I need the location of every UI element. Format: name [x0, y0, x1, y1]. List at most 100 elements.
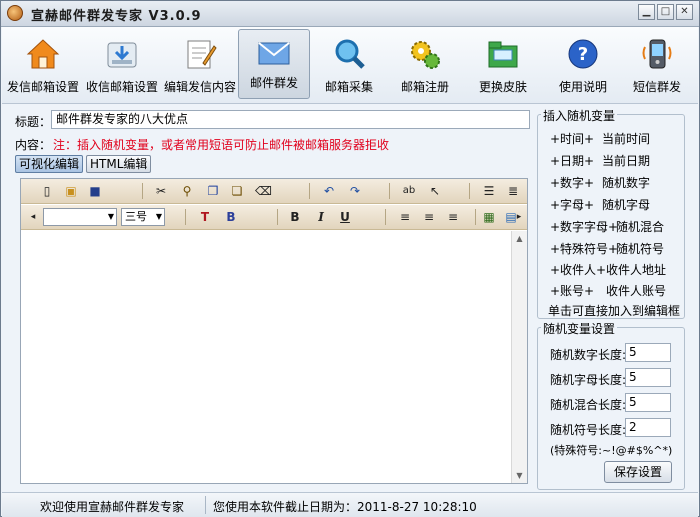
undo-icon[interactable]: ↶ — [321, 183, 337, 199]
tool-change-skin[interactable]: 更换皮肤 — [468, 29, 538, 99]
symbol-length-label: 随机符号长度: — [550, 423, 627, 437]
tool-label: 编辑发信内容 — [163, 80, 236, 94]
tool-send-mailbox-settings[interactable]: 发信邮箱设置 — [6, 29, 80, 99]
redo-icon[interactable]: ↷ — [347, 183, 363, 199]
help-icon: ? — [568, 39, 598, 69]
tool-label: 更换皮肤 — [478, 80, 527, 94]
font-color-icon[interactable]: T — [197, 209, 213, 225]
var-number[interactable]: +数字+ 随机数字 — [550, 174, 650, 191]
tool-email-collect[interactable]: 邮箱采集 — [314, 29, 384, 99]
window-title: 宣赫邮件群发专家 V3.0.9 — [31, 9, 202, 24]
number-length-input[interactable]: 5 — [625, 343, 671, 362]
paste-icon[interactable]: ⚲ — [179, 183, 195, 199]
align-center-icon[interactable]: ≡ — [421, 209, 437, 225]
hint-note: 注：插入随机变量，或者常用短语可防止邮件被邮箱服务器拒收 — [53, 138, 390, 152]
app-logo-icon — [7, 5, 23, 21]
underline-icon[interactable]: U — [337, 209, 353, 225]
status-expiry: 您使用本软件截止日期为：2011-8-27 10:28:10 — [213, 500, 477, 514]
font-size-value: 三号 — [125, 210, 147, 223]
var-date[interactable]: +日期+ 当前日期 — [550, 152, 650, 169]
cut-icon[interactable]: ✂ — [153, 183, 169, 199]
mixed-length-input[interactable]: 5 — [625, 393, 671, 412]
gears-icon — [411, 41, 440, 69]
inbox-download-icon — [107, 42, 137, 68]
open-folder-icon[interactable]: ▣ — [63, 183, 79, 199]
subject-label: 标题： — [15, 115, 52, 129]
status-bar: 欢迎使用宣赫邮件群发专家 您使用本软件截止日期为：2011-8-27 10:28… — [2, 492, 698, 517]
spellcheck-icon[interactable]: ab — [401, 183, 417, 199]
close-button[interactable]: ✕ — [676, 4, 693, 20]
tool-label: 短信群发 — [632, 80, 681, 94]
editor-scrollbar[interactable]: ▲ ▼ — [511, 231, 527, 483]
var-settings-title: 随机变量设置 — [541, 320, 618, 337]
ordered-list-icon[interactable]: ☰ — [481, 183, 497, 199]
align-right-icon[interactable]: ≡ — [445, 209, 461, 225]
erase-icon[interactable]: ⌫ — [255, 183, 272, 199]
svg-text:?: ? — [578, 44, 588, 65]
var-time[interactable]: +时间+ 当前时间 — [550, 130, 650, 147]
subject-input[interactable]: 邮件群发专家的八大优点 — [51, 110, 530, 129]
minimize-button[interactable]: ▁ — [638, 4, 655, 20]
tool-label: 收信邮箱设置 — [85, 80, 158, 94]
envelope-icon — [258, 42, 290, 65]
scroll-left-icon[interactable]: ◂ — [29, 209, 37, 225]
tool-mass-mail[interactable]: 邮件群发 — [238, 29, 310, 99]
var-symbol[interactable]: +特殊符号+ 随机符号 — [550, 240, 664, 257]
scroll-right-icon[interactable]: ▸ — [515, 209, 523, 225]
chevron-down-icon: ▼ — [155, 212, 162, 221]
visual-edit-tab[interactable]: 可视化编辑 — [15, 155, 84, 173]
maximize-button[interactable]: □ — [657, 4, 674, 20]
font-size-select[interactable]: 三号 ▼ — [121, 208, 165, 226]
align-left-icon[interactable]: ≡ — [397, 209, 413, 225]
content-label: 内容： — [15, 138, 52, 152]
tool-label: 邮箱注册 — [400, 80, 449, 94]
bold-icon[interactable]: B — [287, 209, 303, 225]
copy-icon[interactable]: ❐ — [205, 183, 221, 199]
editor-toolbar-top: ▯ ▣ ■ ✂ ⚲ ❐ ❏ ⌫ ↶ ↷ ab ↖ ☰ ≣ — [21, 179, 527, 204]
select-icon[interactable]: ↖ — [427, 183, 443, 199]
scroll-up-icon[interactable]: ▲ — [512, 231, 527, 246]
app-window: 宣赫邮件群发专家 V3.0.9 ▁ □ ✕ 发信邮箱设置 收信邮箱设置 编辑发信… — [0, 0, 700, 517]
tool-receive-mailbox-settings[interactable]: 收信邮箱设置 — [84, 29, 160, 99]
insert-vars-panel: 插入随机变量 +时间+ 当前时间 +日期+ 当前日期 +数字+ 随机数字 +字母+ 随机… — [537, 107, 685, 319]
home-icon — [26, 39, 60, 69]
tool-label: 发信邮箱设置 — [6, 80, 79, 94]
paste-word-icon[interactable]: ❏ — [229, 183, 245, 199]
skin-folder-icon — [488, 41, 518, 68]
mobile-phone-icon — [642, 39, 672, 69]
new-doc-icon[interactable]: ▯ — [39, 183, 55, 199]
vars-hint: 单击可直接加入到编辑框 — [548, 304, 681, 318]
editor-toolbar-bottom: ◂ ▼ 三号 ▼ T B B I U ≡ ≡ ≡ ▦ ▤ ▸ — [21, 205, 527, 230]
main-toolbar: 发信邮箱设置 收信邮箱设置 编辑发信内容 邮件群发 邮箱采集 邮箱注册 更换皮肤… — [2, 27, 698, 104]
magnifier-icon — [335, 39, 365, 69]
html-edit-tab[interactable]: HTML编辑 — [86, 155, 152, 173]
tool-sms-mass[interactable]: 短信群发 — [622, 29, 692, 99]
unordered-list-icon[interactable]: ≣ — [505, 183, 521, 199]
save-settings-button[interactable]: 保存设置 — [604, 461, 672, 483]
tool-help[interactable]: ? 使用说明 — [548, 29, 618, 99]
insert-vars-title: 插入随机变量 — [541, 107, 618, 124]
var-recipient[interactable]: +收件人+ 收件人地址 — [550, 261, 666, 278]
letter-length-input[interactable]: 5 — [625, 368, 671, 387]
editor-body[interactable] — [21, 231, 512, 483]
chevron-down-icon: ▼ — [107, 212, 114, 221]
bg-color-icon[interactable]: B — [223, 209, 239, 225]
italic-icon[interactable]: I — [313, 209, 329, 225]
letter-length-label: 随机字母长度: — [550, 373, 627, 387]
edit-note-icon — [187, 40, 217, 69]
tool-edit-content[interactable]: 编辑发信内容 — [162, 29, 238, 99]
insert-image-icon[interactable]: ▦ — [481, 209, 497, 225]
tool-label: 邮件群发 — [249, 76, 298, 90]
tool-email-register[interactable]: 邮箱注册 — [390, 29, 460, 99]
var-letter[interactable]: +字母+ 随机字母 — [550, 196, 650, 213]
status-welcome: 欢迎使用宣赫邮件群发专家 — [40, 500, 185, 514]
var-mixed[interactable]: +数字字母+ 随机混合 — [550, 218, 664, 235]
mixed-length-label: 随机混合长度: — [550, 398, 627, 412]
symbol-length-input[interactable]: 2 — [625, 418, 671, 437]
title-bar: 宣赫邮件群发专家 V3.0.9 ▁ □ ✕ — [1, 1, 699, 27]
var-account[interactable]: +账号+ 收件人账号 — [550, 282, 666, 299]
save-icon[interactable]: ■ — [87, 183, 103, 199]
font-name-select[interactable]: ▼ — [43, 208, 117, 226]
scroll-down-icon[interactable]: ▼ — [512, 468, 527, 483]
rich-text-editor: ▯ ▣ ■ ✂ ⚲ ❐ ❏ ⌫ ↶ ↷ ab ↖ ☰ ≣ ◂ ▼ 三号 ▼ T B — [20, 178, 528, 484]
